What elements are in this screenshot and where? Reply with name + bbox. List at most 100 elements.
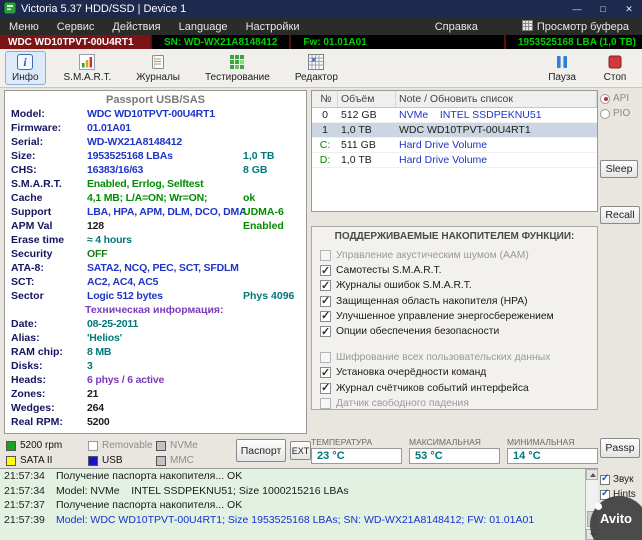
legend-label: 5200 rpm [20,440,63,451]
pause-label: Пауза [548,72,576,83]
tab-testing[interactable]: Тестирование [198,51,277,85]
pio-radio-label: PIO [613,108,631,119]
log-line: 21:57:37 Получение паспорта накопителя...… [0,498,598,513]
function-item-8[interactable]: Журнал счётчиков событий интерфейса [312,381,597,396]
function-item-2[interactable]: Журналы ошибок S.M.A.R.T. [312,278,597,293]
function-item-5[interactable]: Опции обеспечения безопасности [312,324,597,339]
passport-label: Support [11,206,52,218]
passport-label: Wedges: [11,402,55,414]
function-label: Журнал счётчиков событий интерфейса [336,382,529,394]
function-item-7[interactable]: Установка очерёдности команд [312,365,597,380]
drive-size: 512 GB [341,109,377,121]
function-label: Самотесты S.M.A.R.T. [336,265,442,277]
pio-radio[interactable]: PIO [600,107,642,120]
close-button[interactable]: ✕ [616,0,642,18]
passport-value: 1953525168 LBAs [87,150,173,162]
passport-label: Size: [11,150,36,162]
tab-smart[interactable]: S.M.A.R.T. [57,51,119,85]
api-radio[interactable]: API [600,92,642,105]
menu-item-settings[interactable]: Настройки [237,18,309,35]
drive-row-D[interactable]: D: 1,0 TB Hard Drive Volume [312,153,597,168]
drive-size: 1,0 TB [341,124,372,136]
victoria-window: Victoria 5.37 HDD/SSD | Device 1 — □ ✕ М… [0,0,642,540]
app-icon [4,1,16,17]
log-message: Получение паспорта накопителя... OK [56,470,243,483]
tab-journals[interactable]: Журналы [129,51,187,85]
passport-value: WD-WX21A8148412 [87,136,183,148]
passport-label: Erase time [11,234,65,246]
tab-info[interactable]: i Инфо [5,51,46,85]
function-item-9[interactable]: Датчик свободного падения [312,396,597,409]
minimize-button[interactable]: — [564,0,590,18]
temperature-value: 53 °C [409,448,500,464]
function-item-1[interactable]: Самотесты S.M.A.R.T. [312,263,597,278]
function-label: Защищенная область накопителя (HPA) [336,295,528,307]
drive-row-0[interactable]: 0 512 GB NVMe INTEL SSDPEKNU51 [312,108,597,123]
function-label: Установка очерёдности команд [336,367,487,379]
function-label: Шифрование всех пользовательских данных [336,352,551,364]
function-item-6[interactable]: Шифрование всех пользовательских данных [312,350,597,365]
toolbar: i Инфо S.M.A.R.T. Журналы Тестирование Редакт… [0,49,642,88]
checkbox-icon [600,473,610,485]
temperature-label: МАКСИМАЛЬНАЯ [409,437,481,447]
removable-checkbox[interactable]: Removable [88,438,154,453]
drive-note: Hard Drive Volume [399,154,488,166]
function-item-3[interactable]: Защищенная область накопителя (HPA) [312,294,597,309]
device-serial: SN: WD-WX21A8148412 [150,35,289,49]
menu-item-menu[interactable]: Меню [0,18,48,35]
passp-button[interactable]: Passp [600,438,640,458]
passport-row: Sector Logic 512 bytes Phys 4096 [5,289,306,303]
log-message: Model: NVMe INTEL SSDPEKNU51; Size 10002… [56,484,349,497]
drive-row-C[interactable]: C: 511 GB Hard Drive Volume [312,138,597,153]
menu-item-service[interactable]: Сервис [48,18,104,35]
scroll-up-icon[interactable] [586,469,598,480]
passport-row: Real RPM: 5200 [5,415,306,429]
tab-editor[interactable]: Редактор [288,51,345,85]
passport-row: Firmware: 01.01A01 [5,121,306,135]
tech-info-header: Техническая информация: [85,304,224,316]
radio-dot-icon [600,93,610,104]
menu-item-actions[interactable]: Действия [103,18,169,35]
passport-label: APM Val [11,220,53,232]
passport-value: 21 [87,388,99,400]
menu-item-language[interactable]: Language [170,18,237,35]
menu-help[interactable]: Справка [426,18,487,35]
tab-label: Редактор [294,72,338,83]
passport-panel: Passport USB/SAS Model: WDC WD10TPVT-00U4… [4,90,307,434]
stop-button[interactable]: Стоп [595,51,635,85]
function-item-4[interactable]: Улучшенное управление энергосбережением [312,309,597,324]
checkbox-icon [320,352,331,364]
recall-button[interactable]: Recall [600,206,640,224]
menu-buffer-view[interactable]: Просмотр буфера [513,18,638,35]
passport-row: Zones: 21 [5,387,306,401]
log-line: 21:57:34 Model: NVMe INTEL SSDPEKNU51; Si… [0,484,598,499]
drive-row-1[interactable]: 1 1,0 TB WDC WD10TPVT-00U4RT1 [312,123,597,138]
drive-table-header: № Объём Note / Обновить список [312,91,597,108]
column-number: № [312,91,338,107]
passport-value-2: ok [243,192,256,204]
passport-row: Disks: 3 [5,359,306,373]
device-firmware: Fw: 01.01A01 [289,35,378,49]
window-title: Victoria 5.37 HDD/SSD | Device 1 [21,3,187,15]
passport-value: 264 [87,402,104,414]
passport-button[interactable]: Паспорт [236,439,286,462]
passport-value: 5200 [87,416,110,428]
sleep-button[interactable]: Sleep [600,160,638,178]
passport-value: 16383/16/63 [87,164,144,176]
maximize-button[interactable]: □ [590,0,616,18]
temperature-max: МАКСИМАЛЬНАЯ 53 °C [409,437,500,464]
temperature-value: 14 °C [507,448,598,464]
avito-text: Avito [599,510,633,526]
function-item-0[interactable]: Управление акустическим шумом (ААМ) [312,248,597,263]
passport-row: CHS: 16383/16/63 8 GB [5,163,306,177]
column-note-refresh[interactable]: Note / Обновить список [396,91,597,107]
passport-label: CHS: [11,164,37,176]
ext-button[interactable]: EXT [290,441,311,460]
legend-label: NVMe [170,440,198,451]
titlebar: Victoria 5.37 HDD/SSD | Device 1 — □ ✕ [0,0,642,18]
menubar: Меню Сервис Действия Language Настройки Спра… [0,18,642,35]
passport-header: Passport USB/SAS [105,94,206,106]
pause-button[interactable]: Пауза [541,51,583,85]
sound-checkbox[interactable]: Звук [600,473,634,485]
info-icon: i [16,53,34,71]
